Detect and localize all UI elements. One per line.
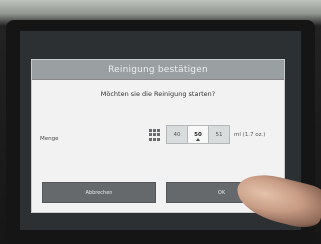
- amount-unit: ml (1.7 oz.): [234, 132, 266, 138]
- caret-up-icon: [196, 138, 200, 141]
- dialog-title: Reinigung bestätigen: [108, 64, 208, 75]
- cancel-button[interactable]: Abbrechen: [42, 182, 156, 203]
- keypad-icon[interactable]: [149, 129, 161, 141]
- amount-option[interactable]: 51: [209, 126, 229, 143]
- amount-option-selected[interactable]: 50: [188, 126, 209, 143]
- amount-label: Menge: [40, 136, 59, 142]
- dialog-titlebar: Reinigung bestätigen: [32, 60, 284, 80]
- amount-option[interactable]: 40: [167, 126, 188, 143]
- amount-selected-value: 50: [194, 131, 202, 138]
- amount-stepper[interactable]: 40 50 51: [166, 125, 230, 144]
- confirmation-question: Möchten sie die Reinigung starten?: [100, 90, 216, 98]
